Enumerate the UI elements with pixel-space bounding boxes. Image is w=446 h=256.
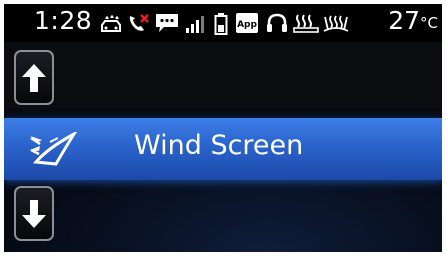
headphones-icon <box>266 13 288 33</box>
svg-text:App: App <box>237 20 257 30</box>
temperature-value: 27 <box>388 6 421 35</box>
rear-defrost-icon <box>293 13 319 33</box>
car-wash-icon <box>100 13 122 33</box>
windscreen-airflow-icon <box>28 129 84 170</box>
arrow-down-icon <box>22 199 46 228</box>
menu-item-label: Wind Screen <box>134 130 304 161</box>
scroll-down-button[interactable] <box>14 186 54 241</box>
battery-icon <box>214 13 228 35</box>
missed-call-icon <box>127 13 151 33</box>
menu-item-wind-screen[interactable]: Wind Screen <box>4 118 442 180</box>
front-defrost-icon <box>322 13 350 33</box>
scroll-up-button[interactable] <box>14 50 54 105</box>
display-screen: 1:28 App 27°C Wind Screen <box>4 4 442 252</box>
outside-temperature: 27°C <box>388 6 438 35</box>
arrow-up-icon <box>22 63 46 92</box>
app-icon: App <box>235 12 259 34</box>
clock: 1:28 <box>34 6 93 35</box>
temperature-unit: °C <box>420 14 438 32</box>
status-bar: 1:28 App 27°C <box>4 4 442 42</box>
message-icon <box>155 13 179 33</box>
signal-strength-icon <box>185 15 207 33</box>
